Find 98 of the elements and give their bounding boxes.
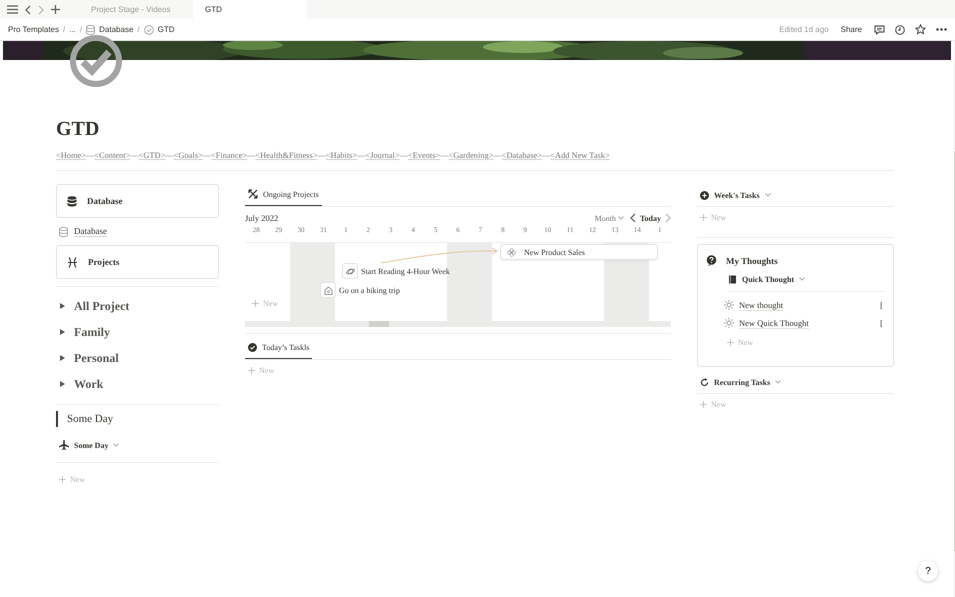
plus-icon [700, 214, 707, 220]
breadcrumb-link[interactable]: ... [69, 25, 76, 34]
nav-link[interactable]: <Goals> [174, 151, 203, 160]
timeline-marker[interactable] [342, 263, 358, 279]
nav-link[interactable]: <Database> [502, 151, 542, 160]
lightbulb-icon [724, 300, 734, 310]
back-icon[interactable] [25, 4, 31, 14]
flower-icon [507, 248, 516, 256]
comment-icon[interactable] [874, 24, 885, 34]
plus-icon [59, 476, 66, 482]
scroll-thumb[interactable] [954, 151, 955, 551]
link-card[interactable]: Projects [56, 245, 219, 279]
timeline-bar[interactable]: New Product Sales [500, 244, 658, 260]
view-title[interactable]: Week's Tasks [714, 190, 760, 200]
more-icon[interactable] [936, 28, 947, 31]
plus-icon [248, 366, 255, 374]
nav-link[interactable]: <Finance> [211, 151, 248, 160]
page-navigation: <Home>—<Content>—<GTD>—<Goals>—<Finance>—<Health&Fitness>—<Habits>—<Journal>—<Events>—<Gardening>—<Database>—<Add New Task> [56, 151, 894, 171]
plus-icon [727, 338, 734, 346]
list-item[interactable]: New thought [739, 300, 784, 310]
house-icon [324, 286, 332, 294]
edited-time: Edited 1d ago [779, 25, 829, 34]
view-selector[interactable]: Month [594, 214, 616, 222]
plus-icon [252, 300, 259, 306]
card-label: Projects [88, 257, 120, 267]
scroll-thumb[interactable] [369, 321, 389, 327]
database-link[interactable]: Database [74, 226, 107, 237]
toggle-heading[interactable]: Work [74, 376, 104, 392]
quote-block: Some Day [56, 411, 219, 427]
menu-icon[interactable] [7, 5, 18, 14]
nav-link[interactable]: <Gardening> [448, 151, 494, 160]
back-icon[interactable] [630, 213, 636, 223]
toggle-heading[interactable]: Personal [74, 350, 119, 366]
caret-icon[interactable] [775, 380, 782, 384]
view-title[interactable]: Quick Thought [742, 274, 794, 284]
nav-link[interactable]: <GTD> [138, 151, 166, 160]
check-circle-icon [144, 24, 154, 34]
vertical-scrollbar[interactable] [954, 41, 955, 597]
pisces-icon [67, 256, 78, 268]
refresh-icon [700, 378, 709, 386]
share-button[interactable]: Share [840, 25, 862, 34]
link-card[interactable]: Database [56, 184, 219, 218]
nav-link[interactable]: <Add New Task> [550, 151, 610, 160]
help-button[interactable]: ? [918, 561, 938, 581]
database-icon [67, 196, 77, 206]
clock-icon[interactable] [895, 24, 905, 34]
nav-link[interactable]: <Content> [94, 151, 130, 160]
triangle-icon[interactable] [60, 355, 65, 361]
nav-link[interactable]: <Events> [408, 151, 440, 160]
horizontal-scrollbar[interactable] [245, 321, 671, 327]
check-circle-icon [248, 343, 257, 352]
database-icon [86, 24, 96, 34]
plus-icon [700, 400, 707, 408]
today-button[interactable]: Today [640, 214, 661, 222]
star-icon[interactable] [915, 24, 926, 35]
app-tab[interactable]: GTD [193, 0, 307, 19]
breadcrumb-separator: / [137, 25, 140, 34]
airplane-icon [59, 440, 69, 450]
caret-icon[interactable] [113, 443, 120, 447]
view-title[interactable]: Some Day [74, 440, 108, 450]
caret-icon[interactable] [618, 216, 624, 220]
breadcrumb-separator: / [63, 25, 66, 34]
timeline-item[interactable]: Start Reading 4-Hour Week [361, 266, 450, 276]
breadcrumb-link[interactable]: Database [99, 25, 134, 34]
table-cell-text: [ [880, 300, 884, 310]
database-icon [59, 226, 68, 236]
triangle-icon[interactable] [60, 303, 65, 309]
add-circle-icon [700, 190, 709, 200]
question-head-icon [706, 255, 717, 266]
nav-link[interactable]: <Health&Fitness> [255, 151, 318, 160]
breadcrumb-link[interactable]: Pro Templates [8, 25, 59, 34]
view-tab[interactable]: Ongoing Projects [245, 184, 322, 207]
month-label: July 2022 [245, 213, 278, 223]
caret-icon[interactable] [799, 277, 806, 281]
callout-title: My Thoughts [726, 256, 778, 266]
triangle-icon[interactable] [60, 381, 65, 387]
lightbulb-icon [724, 318, 734, 328]
list-item[interactable]: New Quick Thought [739, 318, 809, 328]
plus-icon[interactable] [51, 5, 60, 14]
breadcrumb-link[interactable]: GTD [158, 25, 175, 34]
table-cell-text: [ [880, 318, 884, 328]
page-title: GTD [56, 118, 100, 141]
triangle-icon[interactable] [60, 329, 65, 335]
nav-link[interactable]: <Home> [56, 151, 86, 160]
caret-icon[interactable] [764, 193, 771, 197]
toggle-heading[interactable]: Family [74, 324, 110, 340]
timeline-marker[interactable] [320, 282, 336, 298]
view-tab[interactable]: Today’s Taskls [245, 338, 312, 360]
toggle-heading[interactable]: All Project [74, 298, 130, 314]
nav-link[interactable]: <Habits> [326, 151, 358, 160]
planet-icon [346, 266, 354, 276]
book-icon [728, 274, 737, 284]
view-title[interactable]: Recurring Tasks [714, 378, 770, 386]
nav-link[interactable]: <Journal> [366, 151, 400, 160]
breadcrumb-separator: / [80, 25, 82, 34]
timeline-item[interactable]: Go on a hiking trip [339, 286, 400, 294]
tools-icon [248, 189, 258, 199]
card-label: Database [87, 196, 122, 206]
